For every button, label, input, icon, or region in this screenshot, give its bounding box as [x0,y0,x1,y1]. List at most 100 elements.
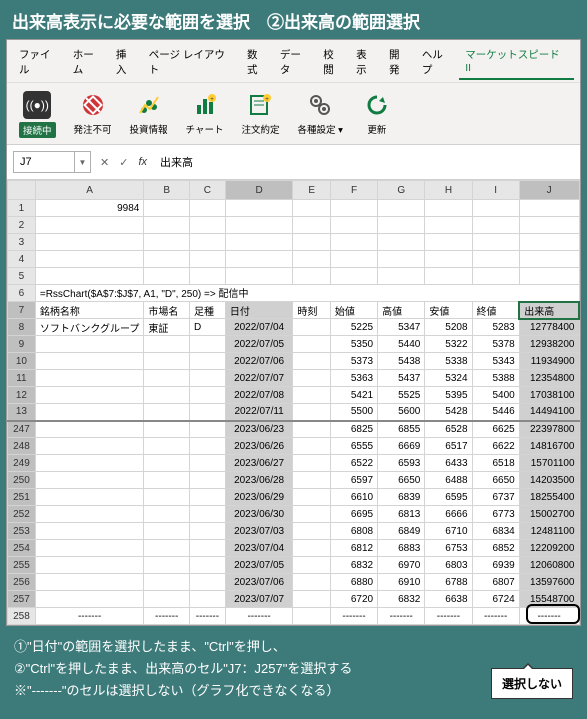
cell-B1[interactable] [144,200,190,217]
cell-H251[interactable]: 6595 [425,489,472,506]
cell-C5[interactable] [190,268,226,285]
cell-C254[interactable] [190,540,226,557]
cell-E3[interactable] [293,234,331,251]
cell-A255[interactable] [35,557,144,574]
cell-C253[interactable] [190,523,226,540]
cell-G12[interactable]: 5525 [378,387,425,404]
cell-E247[interactable] [293,421,331,438]
cell-J9[interactable]: 12938200 [519,336,579,353]
cell-E249[interactable] [293,455,331,472]
cell-E11[interactable] [293,370,331,387]
cell-I2[interactable] [472,217,519,234]
cell-A6[interactable]: =RssChart($A$7:$J$7, A1, "D", 250) => 配信… [35,285,579,302]
cell-A248[interactable] [35,438,144,455]
cell-J258[interactable]: ------- [519,608,579,625]
ribbon-invest[interactable]: 投資情報 [126,89,172,140]
cell-I258[interactable]: ------- [472,608,519,625]
cell-A13[interactable] [35,404,144,421]
cell-J248[interactable]: 14816700 [519,438,579,455]
cell-E2[interactable] [293,217,331,234]
cell-I255[interactable]: 6939 [472,557,519,574]
cell-G247[interactable]: 6855 [378,421,425,438]
menu-home[interactable]: ホーム [67,44,110,80]
row-header-1[interactable]: 1 [8,200,36,217]
cell-F4[interactable] [330,251,377,268]
cell-H247[interactable]: 6528 [425,421,472,438]
cell-C1[interactable] [190,200,226,217]
cell-H9[interactable]: 5322 [425,336,472,353]
cell-A5[interactable] [35,268,144,285]
cell-H11[interactable]: 5324 [425,370,472,387]
cell-D256[interactable]: 2023/07/06 [225,574,293,591]
cell-I13[interactable]: 5446 [472,404,519,421]
cancel-icon[interactable]: ✕ [97,156,112,169]
cell-C9[interactable] [190,336,226,353]
cell-D247[interactable]: 2023/06/23 [225,421,293,438]
cell-C255[interactable] [190,557,226,574]
cell-F2[interactable] [330,217,377,234]
col-header-F[interactable]: F [330,181,377,200]
cell-G256[interactable]: 6910 [378,574,425,591]
cell-F12[interactable]: 5421 [330,387,377,404]
col-header-G[interactable]: G [378,181,425,200]
cell-I256[interactable]: 6807 [472,574,519,591]
cell-G250[interactable]: 6650 [378,472,425,489]
cell-J254[interactable]: 12209200 [519,540,579,557]
cell-F13[interactable]: 5500 [330,404,377,421]
cell-B247[interactable] [144,421,190,438]
cell-B7[interactable]: 市場名 [144,302,190,319]
cell-A250[interactable] [35,472,144,489]
cell-J3[interactable] [519,234,579,251]
cell-H258[interactable]: ------- [425,608,472,625]
cell-C11[interactable] [190,370,226,387]
row-header-252[interactable]: 252 [8,506,36,523]
cell-C7[interactable]: 足種 [190,302,226,319]
cell-G249[interactable]: 6593 [378,455,425,472]
cell-B251[interactable] [144,489,190,506]
ribbon-order[interactable]: 発注不可 [70,89,116,140]
cell-E1[interactable] [293,200,331,217]
cell-D9[interactable]: 2022/07/05 [225,336,293,353]
cell-E252[interactable] [293,506,331,523]
col-header-D[interactable]: D [225,181,293,200]
select-all-corner[interactable] [8,181,36,200]
cell-J10[interactable]: 11934900 [519,353,579,370]
cell-A11[interactable] [35,370,144,387]
cell-D13[interactable]: 2022/07/11 [225,404,293,421]
cell-G4[interactable] [378,251,425,268]
cell-H4[interactable] [425,251,472,268]
cell-F10[interactable]: 5373 [330,353,377,370]
cell-G251[interactable]: 6839 [378,489,425,506]
cell-A12[interactable] [35,387,144,404]
cell-C13[interactable] [190,404,226,421]
row-header-6[interactable]: 6 [8,285,36,302]
cell-J8[interactable]: 12778400 [519,319,579,336]
cell-J2[interactable] [519,217,579,234]
cell-E13[interactable] [293,404,331,421]
row-header-251[interactable]: 251 [8,489,36,506]
cell-I249[interactable]: 6518 [472,455,519,472]
cell-E248[interactable] [293,438,331,455]
cell-E5[interactable] [293,268,331,285]
ribbon-chart[interactable]: + チャート [182,89,228,140]
col-header-J[interactable]: J [519,181,579,200]
cell-B10[interactable] [144,353,190,370]
cell-B255[interactable] [144,557,190,574]
ribbon-connection[interactable]: ((●)) 接続中 [15,89,60,140]
cell-F251[interactable]: 6610 [330,489,377,506]
chevron-down-icon[interactable]: ▼ [74,152,90,172]
cell-F3[interactable] [330,234,377,251]
cell-F250[interactable]: 6597 [330,472,377,489]
menu-data[interactable]: データ [274,44,317,80]
row-header-249[interactable]: 249 [8,455,36,472]
cell-D254[interactable]: 2023/07/04 [225,540,293,557]
cell-B4[interactable] [144,251,190,268]
cell-H254[interactable]: 6753 [425,540,472,557]
cell-G3[interactable] [378,234,425,251]
row-header-256[interactable]: 256 [8,574,36,591]
menu-dev[interactable]: 開発 [383,44,416,80]
row-header-10[interactable]: 10 [8,353,36,370]
cell-J12[interactable]: 17038100 [519,387,579,404]
cell-G2[interactable] [378,217,425,234]
cell-C251[interactable] [190,489,226,506]
